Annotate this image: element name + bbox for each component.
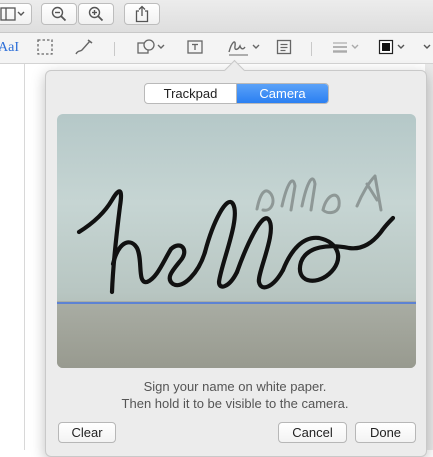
- top-toolbar: [0, 0, 433, 33]
- share-icon: [135, 5, 149, 23]
- input-source-selector: Trackpad Camera: [144, 83, 329, 104]
- sidebar-button[interactable]: [0, 3, 32, 25]
- zoom-out-icon: [51, 6, 67, 22]
- note-tool[interactable]: [275, 38, 293, 58]
- clear-button[interactable]: Clear: [58, 422, 116, 443]
- tab-trackpad[interactable]: Trackpad: [145, 84, 236, 103]
- line-style-icon: [331, 38, 361, 59]
- tab-camera[interactable]: Camera: [236, 84, 328, 103]
- shapes-icon: [136, 38, 166, 59]
- toolbar-divider: [311, 42, 312, 56]
- toolbar-divider: [114, 42, 115, 56]
- text-box-tool[interactable]: [186, 38, 204, 58]
- border-color-icon: [378, 38, 412, 59]
- instructions-line-2: Then hold it to be visible to the camera…: [121, 396, 349, 411]
- rect-select-tool[interactable]: [36, 38, 54, 58]
- note-icon: [275, 38, 293, 59]
- instructions-text: Sign your name on white paper. Then hold…: [45, 378, 425, 412]
- shapes-menu[interactable]: [136, 38, 166, 58]
- instructions-line-1: Sign your name on white paper.: [143, 379, 327, 394]
- done-button[interactable]: Done: [355, 422, 416, 443]
- text-selection-label: AaI: [0, 40, 19, 55]
- signature-baseline: [57, 302, 416, 304]
- text-selection-tool[interactable]: AaI: [0, 38, 19, 58]
- markup-toolbar: AaI: [0, 33, 433, 64]
- sketch-tool[interactable]: [74, 38, 94, 58]
- camera-preview: [57, 114, 416, 368]
- line-style-menu[interactable]: [331, 38, 361, 58]
- sketch-icon: [74, 38, 94, 59]
- signature-menu[interactable]: [226, 38, 264, 58]
- text-box-icon: [186, 38, 204, 59]
- signature-icon: [226, 37, 264, 60]
- zoom-out-button[interactable]: [41, 3, 77, 25]
- rect-select-icon: [36, 38, 54, 59]
- sidebar-icon: [0, 7, 26, 21]
- chevron-down-icon: [423, 38, 433, 59]
- document-page: [0, 64, 25, 450]
- border-color-menu[interactable]: [378, 38, 412, 58]
- chevron-down-button[interactable]: [423, 38, 433, 58]
- zoom-in-icon: [88, 6, 104, 22]
- zoom-in-button[interactable]: [78, 3, 114, 25]
- share-button[interactable]: [124, 3, 160, 25]
- cancel-button[interactable]: Cancel: [278, 422, 347, 443]
- signature-preview: [76, 174, 396, 295]
